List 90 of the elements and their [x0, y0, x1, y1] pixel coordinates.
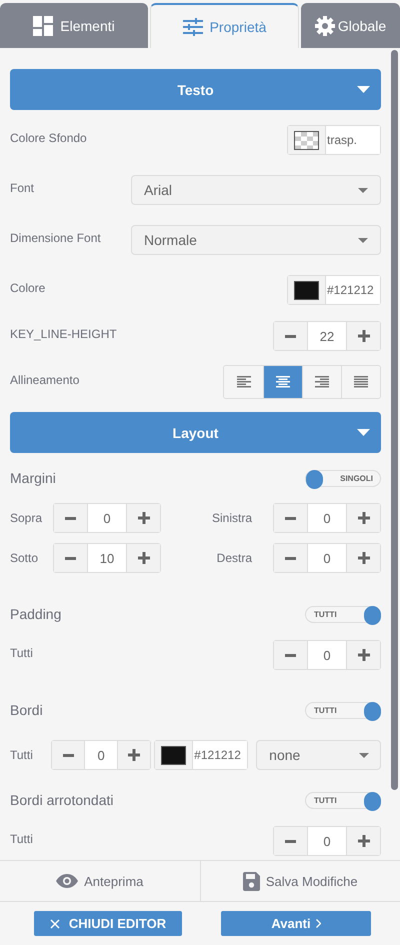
- toggle-switch[interactable]: TUTTI: [305, 702, 381, 718]
- dropdown[interactable]: Normale: [131, 225, 381, 255]
- field-label: Colore Sfondo: [10, 130, 87, 144]
- minus-icon: [285, 654, 296, 656]
- field-label: Tutti: [10, 646, 33, 660]
- scrollbar-thumb[interactable]: [391, 50, 398, 790]
- color-input[interactable]: #121212: [193, 741, 248, 769]
- section-title: Margini: [10, 470, 56, 486]
- number-stepper[interactable]: 0: [273, 503, 381, 533]
- section-title: Bordi arrotondati: [10, 792, 114, 808]
- field-label: Colore: [10, 280, 46, 294]
- minus-icon: [285, 840, 296, 842]
- number-stepper[interactable]: 0: [273, 826, 381, 856]
- number-input[interactable]: 0: [307, 544, 347, 572]
- number-input[interactable]: 10: [87, 544, 127, 572]
- toggle-switch[interactable]: TUTTI: [305, 792, 381, 808]
- plus-icon: [128, 749, 140, 761]
- number-input[interactable]: 0: [307, 641, 347, 669]
- align-justify-icon: [354, 376, 368, 388]
- number-stepper[interactable]: 0: [53, 503, 161, 533]
- number-stepper[interactable]: 10: [53, 543, 161, 573]
- number-stepper[interactable]: 22: [273, 321, 381, 351]
- color-input[interactable]: trasp.: [326, 126, 380, 154]
- minus-icon: [62, 754, 74, 756]
- tab[interactable]: Proprietà: [150, 3, 299, 48]
- color-swatch[interactable]: [161, 746, 186, 764]
- plus-icon: [138, 552, 150, 564]
- toggle-switch[interactable]: TUTTI: [305, 606, 381, 622]
- caret-icon: [358, 188, 368, 192]
- align-button[interactable]: [341, 366, 380, 398]
- field-label: Dimensione Font: [10, 230, 101, 244]
- close-editor-button[interactable]: CHIUDI EDITOR: [34, 911, 182, 936]
- minus-icon: [65, 556, 76, 560]
- dropdown[interactable]: Arial: [131, 175, 381, 205]
- caret-icon: [357, 429, 370, 436]
- minus-icon: [285, 556, 296, 560]
- toggle-switch[interactable]: SINGOLI: [305, 470, 381, 486]
- color-swatch[interactable]: [294, 130, 319, 150]
- field-label: Allineamento: [10, 372, 80, 386]
- color-picker[interactable]: trasp.: [287, 125, 381, 155]
- field-label: Font: [10, 180, 34, 194]
- section-title: Bordi: [10, 702, 43, 718]
- caret-icon: [357, 86, 370, 93]
- section-header-button[interactable]: Testo: [10, 69, 381, 110]
- field-label: Tutti: [10, 832, 33, 846]
- align-button[interactable]: [263, 366, 302, 398]
- gear-icon: [314, 16, 335, 36]
- plus-icon: [358, 835, 370, 847]
- minus-icon: [65, 516, 76, 520]
- caret-icon: [359, 752, 369, 758]
- field-label: Sopra: [10, 511, 44, 525]
- tab[interactable]: Globale: [301, 3, 400, 48]
- tab[interactable]: Elementi: [0, 3, 148, 48]
- field-label: Tutti: [10, 748, 34, 762]
- sliders-icon: [182, 18, 203, 36]
- color-picker[interactable]: #121212: [287, 275, 381, 305]
- field-label: Sinistra: [210, 511, 252, 525]
- color-picker[interactable]: #121212: [154, 740, 248, 770]
- number-input[interactable]: 0: [87, 504, 127, 532]
- plus-icon: [358, 512, 370, 524]
- dropdown[interactable]: none: [256, 740, 381, 770]
- chevron-right-icon: [316, 919, 321, 928]
- next-button[interactable]: Avanti: [221, 911, 371, 936]
- number-input[interactable]: 0: [307, 504, 347, 532]
- eye-icon: [56, 874, 78, 888]
- number-stepper[interactable]: 0: [51, 740, 152, 770]
- plus-icon: [138, 512, 150, 524]
- section-title: Padding: [10, 606, 62, 622]
- align-center-icon: [276, 376, 290, 388]
- number-stepper[interactable]: 0: [273, 640, 381, 670]
- plus-icon: [358, 552, 370, 564]
- field-label: Destra: [216, 551, 252, 565]
- number-stepper[interactable]: 0: [273, 543, 381, 573]
- minus-icon: [285, 516, 296, 520]
- field-label: Sotto: [10, 551, 40, 565]
- align-right-icon: [315, 376, 329, 388]
- plus-icon: [358, 330, 370, 342]
- grid-icon: [33, 16, 54, 36]
- minus-icon: [285, 334, 296, 338]
- align-left-icon: [236, 376, 250, 388]
- number-input[interactable]: 0: [84, 741, 118, 769]
- section-header-button[interactable]: Layout: [10, 412, 381, 453]
- close-icon: [50, 918, 60, 928]
- number-input[interactable]: 0: [307, 827, 347, 855]
- plus-icon: [358, 649, 370, 661]
- field-label: KEY_LINE-HEIGHT: [10, 326, 117, 340]
- color-input[interactable]: #121212: [326, 276, 380, 304]
- color-swatch[interactable]: [294, 280, 319, 300]
- caret-icon: [358, 238, 368, 242]
- number-input[interactable]: 22: [307, 322, 347, 350]
